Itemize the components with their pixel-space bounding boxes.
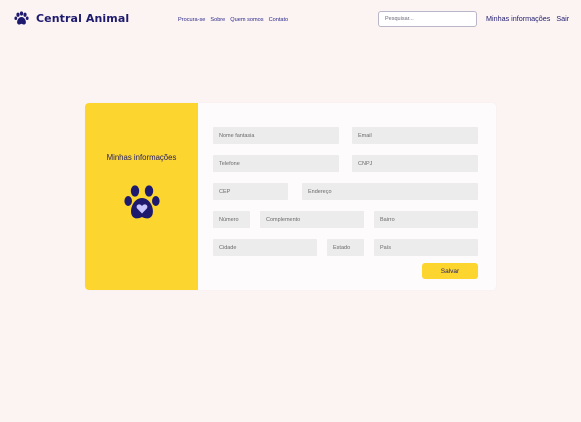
bairro-field[interactable] <box>374 211 478 228</box>
brand-name: Central Animal <box>36 12 130 25</box>
email-field[interactable] <box>352 127 478 144</box>
user-menu: Minhas informações Sair <box>486 14 569 23</box>
numero-field[interactable] <box>213 211 250 228</box>
endereco-field[interactable] <box>302 183 478 200</box>
brand[interactable]: Central Animal <box>14 11 129 26</box>
nav-link-procura-se[interactable]: Procura-se <box>178 17 205 23</box>
nav-link-quem-somos[interactable]: Quem somos <box>230 17 263 23</box>
search-input[interactable] <box>378 11 477 27</box>
cidade-field[interactable] <box>213 239 317 256</box>
complemento-field[interactable] <box>260 211 364 228</box>
main-nav: Procura-se Sobre Quem somos Contato <box>178 17 288 23</box>
profile-side-panel: Minhas informações <box>85 103 198 290</box>
panel-title: Minhas informações <box>106 153 177 162</box>
pais-field[interactable] <box>374 239 478 256</box>
telefone-field[interactable] <box>213 155 339 172</box>
logout-link[interactable]: Sair <box>556 14 569 23</box>
paw-icon <box>14 11 29 25</box>
cep-field[interactable] <box>213 183 288 200</box>
top-navbar: Central Animal Procura-se Sobre Quem som… <box>0 0 581 40</box>
nav-link-contato[interactable]: Contato <box>269 17 289 23</box>
estado-field[interactable] <box>327 239 364 256</box>
save-button[interactable]: Salvar <box>422 263 478 279</box>
cnpj-field[interactable] <box>352 155 478 172</box>
my-info-link[interactable]: Minhas informações <box>486 14 550 23</box>
nav-link-sobre[interactable]: Sobre <box>210 17 225 23</box>
nome-fantasia-field[interactable] <box>213 127 339 144</box>
paw-heart-icon <box>124 185 160 219</box>
